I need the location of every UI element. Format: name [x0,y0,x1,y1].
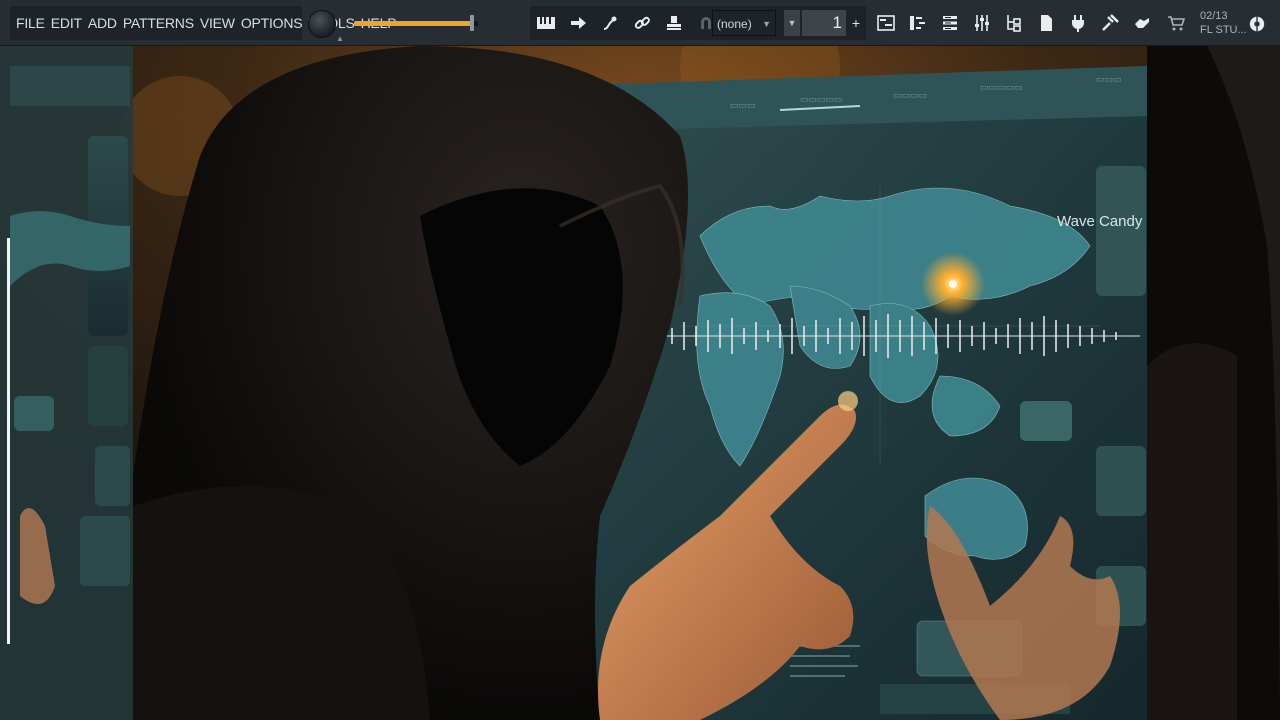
piano-roll-icon[interactable] [904,9,932,37]
view-tools-panel [870,6,1195,40]
hand-icon[interactable] [1128,9,1156,37]
add-pattern-button[interactable]: + [847,10,865,36]
plugin-icon[interactable] [1064,9,1092,37]
snap-select-value: (none) [717,17,752,31]
main-menu: FILE EDIT ADD PATTERNS VIEW OPTIONS TOOL… [10,6,397,40]
link-icon[interactable] [628,9,656,37]
wave-candy-label: Wave Candy [1057,213,1143,230]
file-icon[interactable] [1032,9,1060,37]
svg-text:▭▭▭▭▭: ▭▭▭▭▭ [800,94,843,104]
master-volume-slider[interactable] [354,15,478,31]
chevron-down-icon: ▼ [762,19,771,29]
svg-text:▭▭▭▭▭: ▭▭▭▭▭ [980,82,1023,92]
cpu-icon[interactable] [1248,15,1266,33]
pattern-number[interactable]: 1 [802,10,846,36]
master-pitch-knob[interactable] [308,10,336,38]
video-frame: ▭▭▭ ▭▭▭▭▭ ▭▭▭▭ ▭▭▭▭▭ ▭▭▭ Wave Candy [0,46,1280,720]
tools-icon[interactable] [1096,9,1124,37]
menu-add[interactable]: ADD [88,15,117,31]
hooded-figure-artwork: ▭▭▭▭▭▭▭▭ ▭▭▭▭▭▭▭▭▭ ▭▭▭ [0,46,1280,720]
piano-keys-icon[interactable] [532,9,560,37]
browser-icon[interactable] [1000,9,1028,37]
svg-text:▭▭▭: ▭▭▭ [1096,74,1122,84]
menu-file[interactable]: FILE [16,15,45,31]
mixer-icon[interactable] [968,9,996,37]
hint-line-1: 02/13 [1200,10,1228,22]
knob-indicator-icon: ▲ [336,34,344,43]
svg-text:▭▭▭: ▭▭▭ [730,100,756,110]
menu-options[interactable]: OPTIONS [241,15,303,31]
master-volume-fill [354,21,472,26]
plug-icon[interactable] [596,9,624,37]
svg-text:▭▭▭▭: ▭▭▭▭ [893,90,927,100]
snap-select[interactable]: (none) ▼ [712,10,776,36]
left-edge-bar [7,238,10,644]
stamp-icon[interactable] [660,9,688,37]
menu-view[interactable]: VIEW [200,15,235,31]
menu-edit[interactable]: EDIT [51,15,82,31]
cart-icon[interactable] [1162,9,1190,37]
pattern-dropdown-button[interactable]: ▼ [784,10,800,36]
toolbar: FILE EDIT ADD PATTERNS VIEW OPTIONS TOOL… [0,0,1280,46]
master-volume-handle[interactable] [469,15,474,31]
arrow-right-icon[interactable] [564,9,592,37]
channel-rack-icon[interactable] [936,9,964,37]
hint-panel: 02/13 FL STU... [1200,9,1247,37]
menu-patterns[interactable]: PATTERNS [123,15,194,31]
playlist-icon[interactable] [872,9,900,37]
hint-line-2: FL STU... [1200,24,1247,36]
